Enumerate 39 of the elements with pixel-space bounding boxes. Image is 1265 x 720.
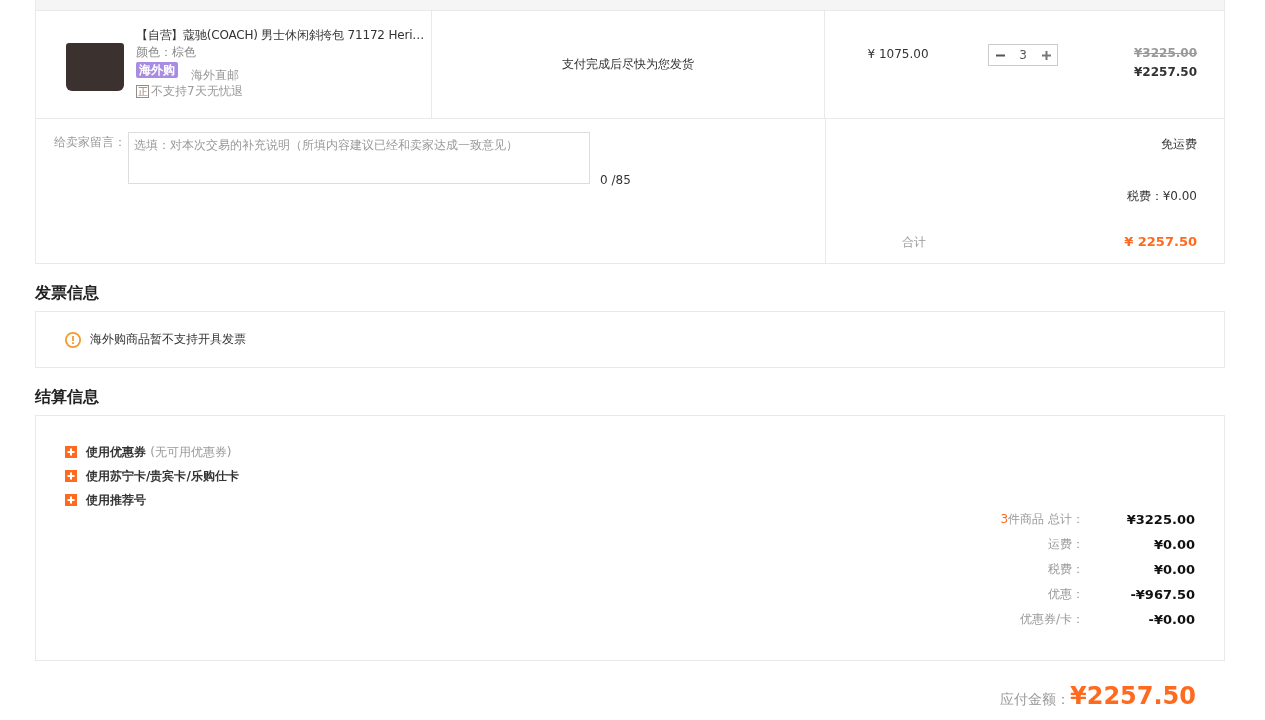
payable-label: 应付金额： — [1000, 691, 1070, 709]
original-subtotal: ¥3225.00 — [1134, 45, 1197, 62]
summary-label: 优惠券/卡： — [1019, 611, 1084, 628]
summary-value: ¥0.00 — [1153, 561, 1195, 579]
plus-icon — [1041, 50, 1051, 60]
invoice-notice: 海外购商品暂不支持开具发票 — [90, 331, 246, 348]
tax-fee: 税费：¥0.00 — [1126, 189, 1197, 203]
summary-label: 运费： — [1048, 536, 1084, 553]
product-variant: 颜色：棕色 — [136, 44, 196, 61]
summary-value: ¥0.00 — [1153, 536, 1195, 554]
message-field[interactable]: 选填：对本次交易的补充说明（所填内容建议已经和卖家达成一致意见） — [128, 132, 590, 184]
summary-label: 优惠： — [1048, 586, 1084, 603]
summary-label: 税费： — [1048, 561, 1084, 578]
section-heading: 发票信息 — [35, 282, 99, 304]
product-title-link[interactable]: 【自营】蔻驰(COACH) 男士休闲斜挎包 71172 Heri… — [136, 27, 425, 44]
section-heading: 结算信息 — [35, 386, 99, 408]
warning-icon — [65, 331, 81, 348]
discount-option[interactable]: 使用苏宁卡/贵宾卡/乐购仕卡 — [65, 464, 239, 488]
shipping-fee: 免运费 — [1161, 137, 1197, 151]
policy-mark-icon: 正 — [136, 84, 149, 98]
overseas-badge: 海外购 — [136, 62, 178, 78]
summary-label: 3件商品 总计： — [1000, 511, 1084, 528]
summary-value: -¥967.50 — [1130, 586, 1195, 604]
summary-value: ¥3225.00 — [1126, 511, 1195, 529]
total-label: 合计 — [902, 234, 926, 251]
discount-option[interactable]: 使用优惠券 (无可用优惠券) — [65, 440, 232, 464]
photo-placeholder — [66, 43, 124, 91]
return-policy: 不支持7天无忧退 — [151, 83, 243, 99]
quantity-stepper[interactable]: 3 — [988, 44, 1058, 66]
unit-price: ¥ 1075.00 — [866, 46, 930, 63]
payable-amount: ¥2257.50 — [1070, 681, 1196, 712]
summary-value: -¥0.00 — [1148, 611, 1195, 629]
message-label: 给卖家留言： — [54, 134, 127, 150]
discount-option[interactable]: 使用推荐号 — [65, 488, 146, 512]
shipping-type: 海外直邮 — [191, 68, 239, 82]
item-subtotal: ¥2257.50 — [1134, 64, 1197, 81]
total-amount: ¥ 2257.50 — [1124, 233, 1197, 251]
character-counter: 0 /85 — [600, 172, 631, 188]
delivery-note: 支付完成后尽快为您发货 — [562, 56, 694, 73]
